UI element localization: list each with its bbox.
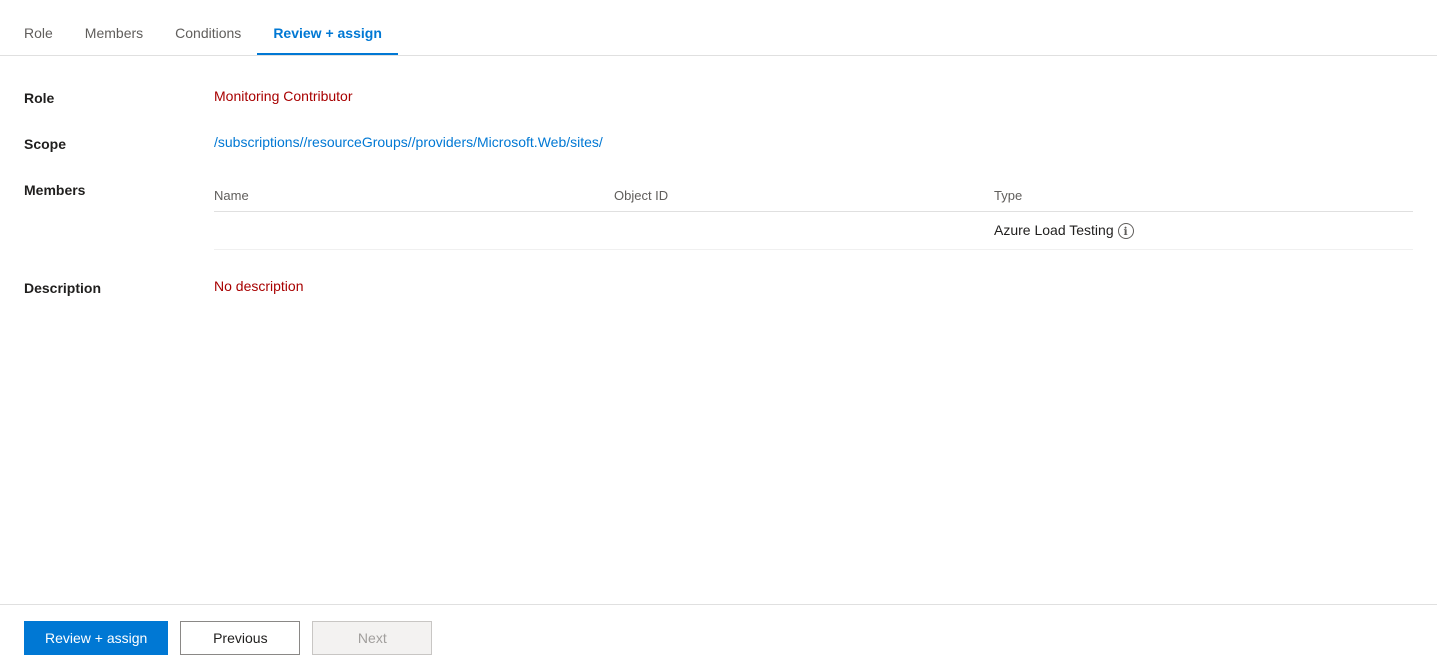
scope-row: Scope /subscriptions/ /resourceGroups/ /…	[24, 134, 1413, 152]
type-label: Azure Load Testing	[994, 222, 1114, 238]
tab-bar: Role Members Conditions Review + assign	[0, 0, 1437, 56]
col-type: Type	[994, 180, 1413, 212]
col-object-id: Object ID	[614, 180, 994, 212]
description-value: No description	[214, 278, 1413, 294]
scope-resourcegroups: /resourceGroups/	[303, 134, 411, 150]
cell-object-id	[614, 212, 994, 250]
description-label: Description	[24, 278, 214, 296]
previous-button[interactable]: Previous	[180, 621, 300, 655]
scope-subscriptions: /subscriptions/	[214, 134, 303, 150]
members-label: Members	[24, 180, 214, 198]
cell-type: Azure Load Testingℹ	[994, 212, 1413, 250]
role-row: Role Monitoring Contributor	[24, 88, 1413, 106]
scope-providers: /providers/Microsoft.Web/sites/	[412, 134, 603, 150]
cell-name	[214, 212, 614, 250]
col-name: Name	[214, 180, 614, 212]
role-label: Role	[24, 88, 214, 106]
tab-review-assign[interactable]: Review + assign	[257, 25, 398, 55]
tab-role[interactable]: Role	[20, 25, 69, 55]
scope-parts: /subscriptions/ /resourceGroups/ /provid…	[214, 134, 1413, 150]
role-value: Monitoring Contributor	[214, 88, 1413, 104]
scope-value: /subscriptions/ /resourceGroups/ /provid…	[214, 134, 1413, 150]
members-table-container: Name Object ID Type Azure Load Testingℹ	[214, 180, 1413, 250]
description-row: Description No description	[24, 278, 1413, 296]
members-row: Members Name Object ID Type	[24, 180, 1413, 250]
info-icon[interactable]: ℹ	[1118, 223, 1134, 239]
tab-conditions[interactable]: Conditions	[159, 25, 257, 55]
next-button: Next	[312, 621, 432, 655]
tab-members[interactable]: Members	[69, 25, 159, 55]
review-assign-button[interactable]: Review + assign	[24, 621, 168, 655]
members-table: Name Object ID Type Azure Load Testingℹ	[214, 180, 1413, 250]
content-area: Role Monitoring Contributor Scope /subsc…	[0, 56, 1437, 604]
table-header-row: Name Object ID Type	[214, 180, 1413, 212]
footer-bar: Review + assign Previous Next	[0, 604, 1437, 671]
scope-label: Scope	[24, 134, 214, 152]
table-row: Azure Load Testingℹ	[214, 212, 1413, 250]
